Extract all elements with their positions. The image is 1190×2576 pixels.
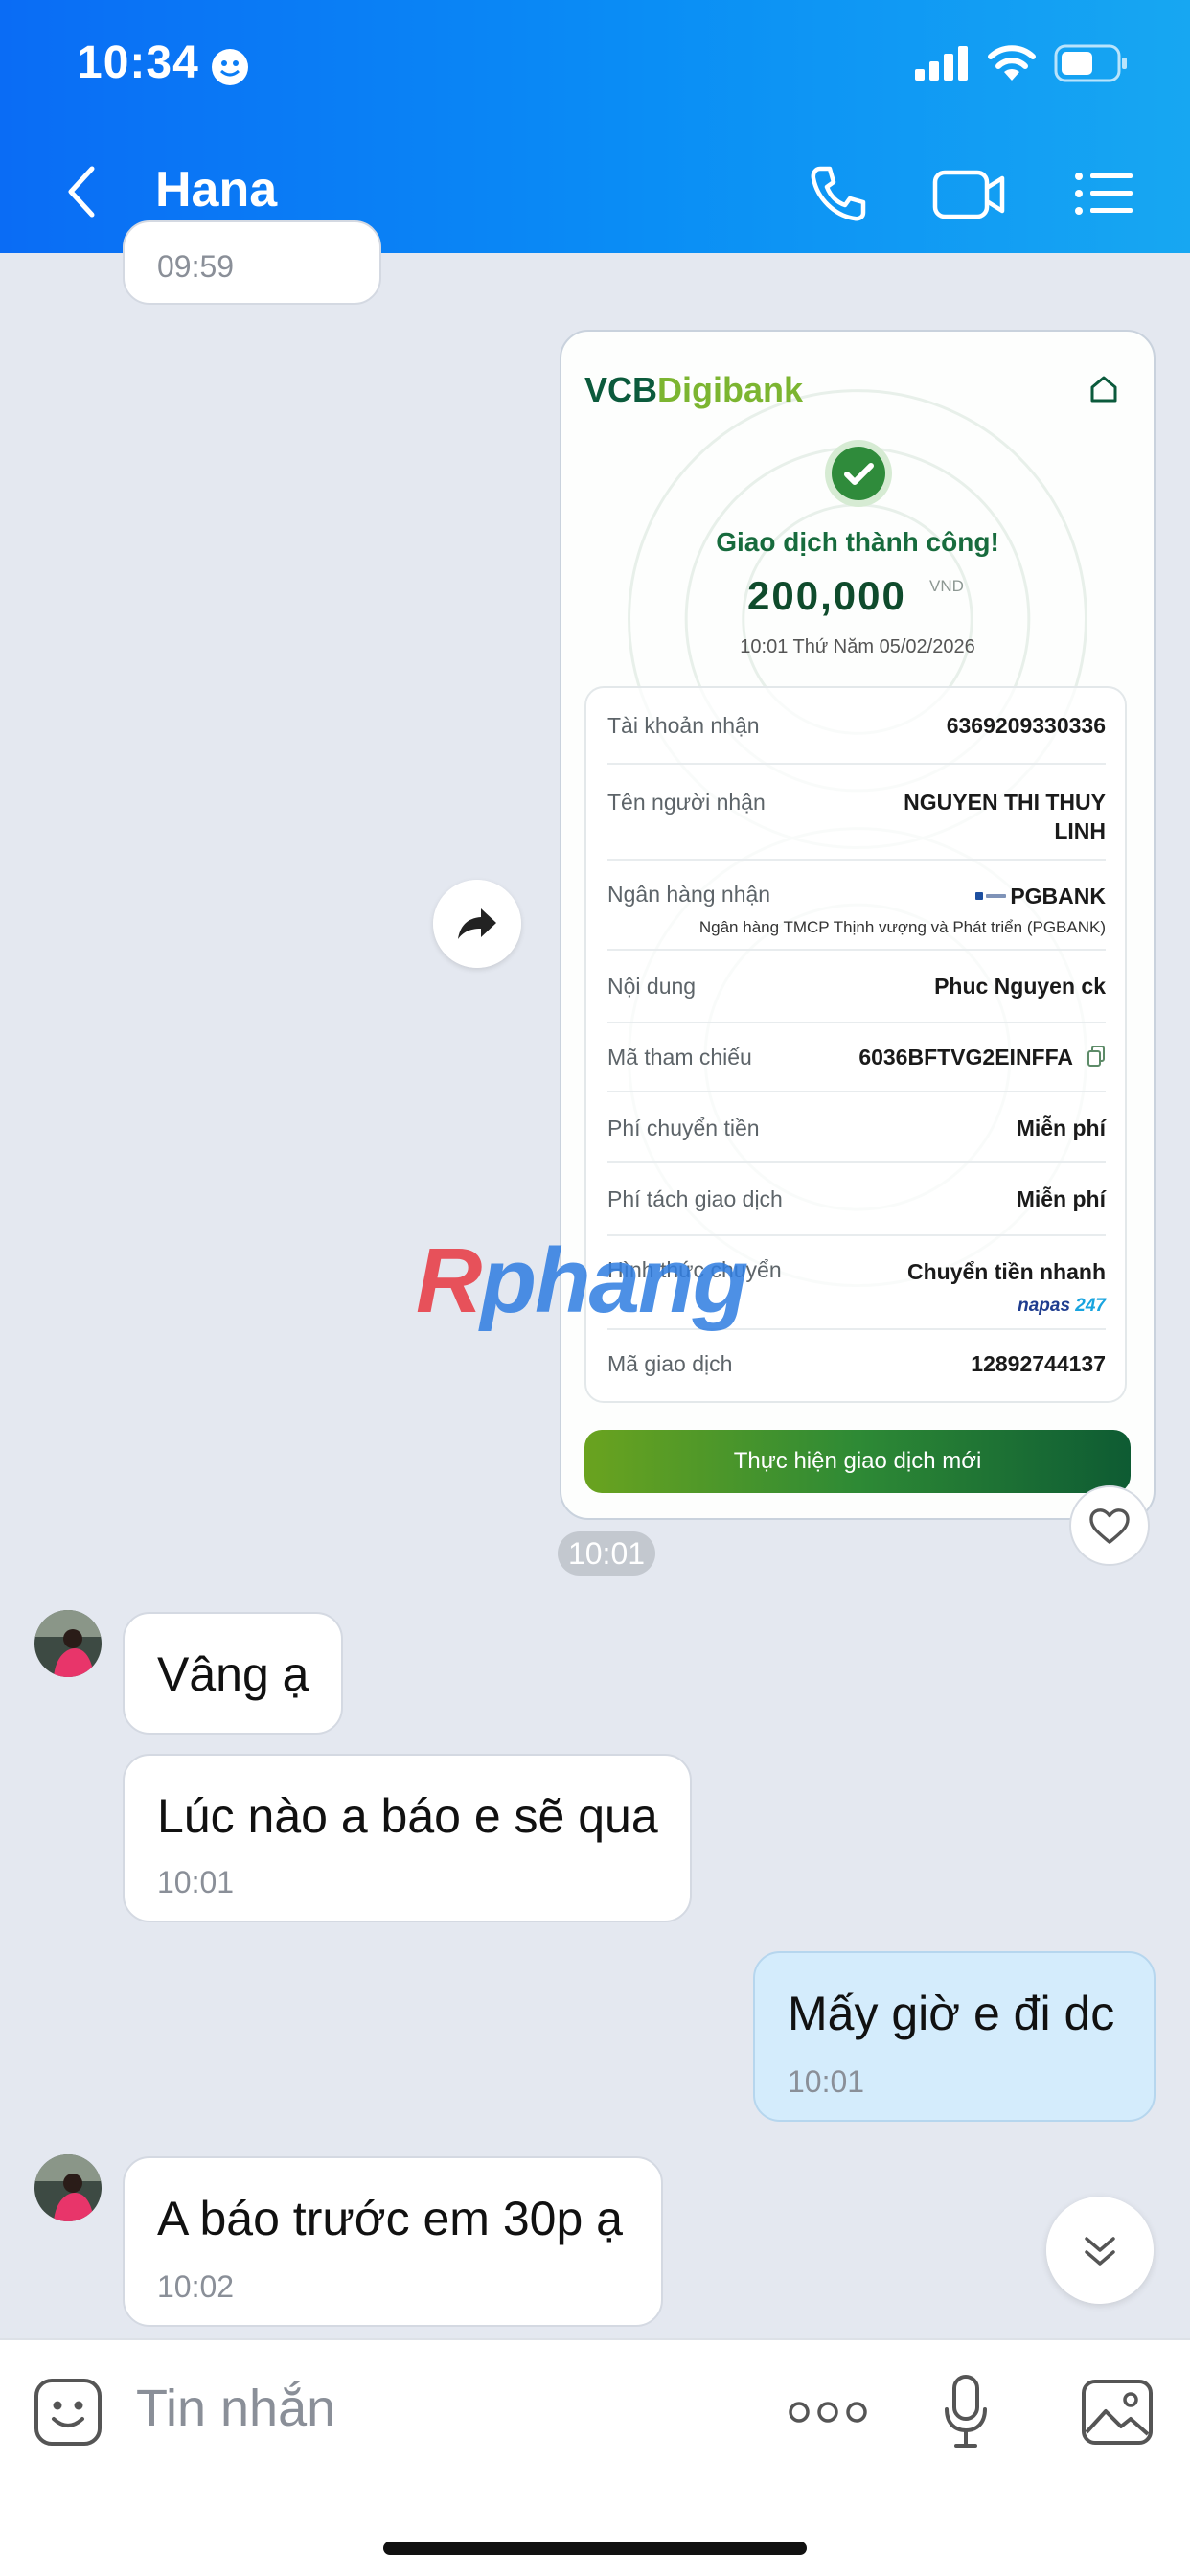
- chat-title[interactable]: Hana: [155, 161, 277, 218]
- message-composer: Tin nhắn: [0, 2338, 1190, 2576]
- smiley-status-icon: [212, 49, 248, 85]
- phone-call-button[interactable]: [799, 155, 876, 232]
- like-heart-button[interactable]: [1069, 1485, 1150, 1566]
- detail-value: Miễn phí: [1016, 1116, 1106, 1140]
- image-message-time: 10:01: [558, 1531, 655, 1576]
- detail-row: Phí tách giao dịch Miễn phí: [607, 1163, 1106, 1236]
- copy-icon[interactable]: [1087, 1045, 1106, 1068]
- detail-row: Tài khoản nhận 6369209330336: [607, 688, 1106, 765]
- status-time: 10:34: [77, 37, 199, 88]
- transaction-datetime: 10:01 Thứ Năm 05/02/2026: [740, 636, 975, 657]
- message-text: Vâng ạ: [157, 1647, 309, 1701]
- menu-list-button[interactable]: [1065, 155, 1142, 232]
- message-time: 10:01: [788, 2064, 865, 2099]
- detail-row: Mã tham chiếu 6036BFTVG2EINFFA: [607, 1024, 1106, 1092]
- transaction-amount: 200,000: [747, 573, 906, 618]
- detail-label: Ngân hàng nhận: [607, 882, 771, 907]
- contact-avatar[interactable]: [34, 1610, 102, 1677]
- detail-row: Ngân hàng nhận PGBANK Ngân hàng TMCP Thị…: [607, 861, 1106, 951]
- detail-row: Tên người nhận NGUYEN THI THUY LINH: [607, 765, 1106, 861]
- detail-row: Nội dung Phuc Nguyen ck: [607, 951, 1106, 1024]
- detail-value: 12892744137: [971, 1351, 1106, 1376]
- message-bubble[interactable]: Vâng ạ: [123, 1612, 343, 1735]
- home-indicator: [383, 2542, 807, 2555]
- home-icon: [1090, 376, 1117, 402]
- detail-row: Mã giao dịch 12892744137: [607, 1330, 1106, 1399]
- microphone-button[interactable]: [941, 2371, 991, 2451]
- more-options-button[interactable]: [788, 2388, 868, 2436]
- message-input[interactable]: Tin nhắn: [136, 2379, 335, 2438]
- detail-label: Nội dung: [607, 974, 697, 999]
- new-transaction-button: Thực hiện giao dịch mới: [584, 1430, 1131, 1493]
- sent-message-bubble[interactable]: Mấy giờ e đi dc 10:01: [753, 1951, 1156, 2122]
- wifi-icon: [988, 45, 1036, 80]
- success-check-icon: [825, 440, 892, 507]
- scroll-to-bottom-button[interactable]: [1046, 2196, 1154, 2304]
- video-call-button[interactable]: [931, 155, 1008, 232]
- napas-247-logo: napas 247: [1018, 1296, 1106, 1316]
- transaction-status: Giao dịch thành công!: [716, 527, 999, 557]
- detail-value: Chuyển tiền nhanh: [907, 1259, 1106, 1284]
- detail-value: Miễn phí: [1016, 1186, 1106, 1211]
- message-time: 10:02: [157, 2269, 235, 2304]
- previous-message-bubble[interactable]: 09:59: [123, 220, 381, 305]
- currency-label: VND: [929, 577, 964, 595]
- sticker-emoji-button[interactable]: [33, 2377, 103, 2448]
- message-text: Mấy giờ e đi dc: [788, 1987, 1115, 2040]
- pgbank-logo-icon: [975, 892, 1006, 900]
- message-time: 09:59: [157, 249, 235, 284]
- detail-label: Mã tham chiếu: [607, 1045, 752, 1070]
- app-header: 10:34 Hana: [0, 0, 1190, 253]
- detail-label: Mã giao dịch: [607, 1351, 733, 1376]
- message-bubble[interactable]: A báo trước em 30p ạ 10:02: [123, 2156, 663, 2327]
- message-text: A báo trước em 30p ạ: [157, 2192, 623, 2245]
- image-gallery-button[interactable]: [1081, 2379, 1154, 2446]
- back-button[interactable]: [54, 153, 111, 230]
- detail-value: Phuc Nguyen ck: [934, 974, 1106, 999]
- detail-label: Tên người nhận: [607, 790, 766, 815]
- detail-value: 6369209330336: [946, 713, 1106, 738]
- detail-label: Phí chuyển tiền: [607, 1116, 760, 1140]
- receipt-image-message[interactable]: VCBDigibank Giao dịch thành công! 200,00…: [560, 330, 1156, 1520]
- message-time: 10:01: [157, 1865, 235, 1899]
- forward-button[interactable]: [433, 880, 521, 968]
- detail-value: NGUYEN THI THUY: [904, 790, 1106, 815]
- detail-value: PGBANK: [1010, 884, 1106, 908]
- rphang-watermark: Rphang: [416, 1230, 748, 1332]
- detail-value-line2: LINH: [1054, 818, 1106, 843]
- message-bubble[interactable]: Lúc nào a báo e sẽ qua 10:01: [123, 1754, 692, 1922]
- detail-label: Phí tách giao dịch: [607, 1186, 783, 1211]
- detail-row: Phí chuyển tiền Miễn phí: [607, 1092, 1106, 1163]
- vcb-digibank-logo: VCBDigibank: [584, 370, 804, 409]
- detail-label: Tài khoản nhận: [607, 713, 760, 738]
- battery-icon: [1054, 44, 1127, 82]
- detail-value: 6036BFTVG2EINFFA: [858, 1045, 1073, 1070]
- message-text: Lúc nào a báo e sẽ qua: [157, 1789, 658, 1843]
- contact-avatar[interactable]: [34, 2154, 102, 2221]
- bank-full-name: Ngân hàng TMCP Thịnh vượng và Phát triển…: [698, 918, 1106, 936]
- cellular-signal-icon: [915, 46, 968, 80]
